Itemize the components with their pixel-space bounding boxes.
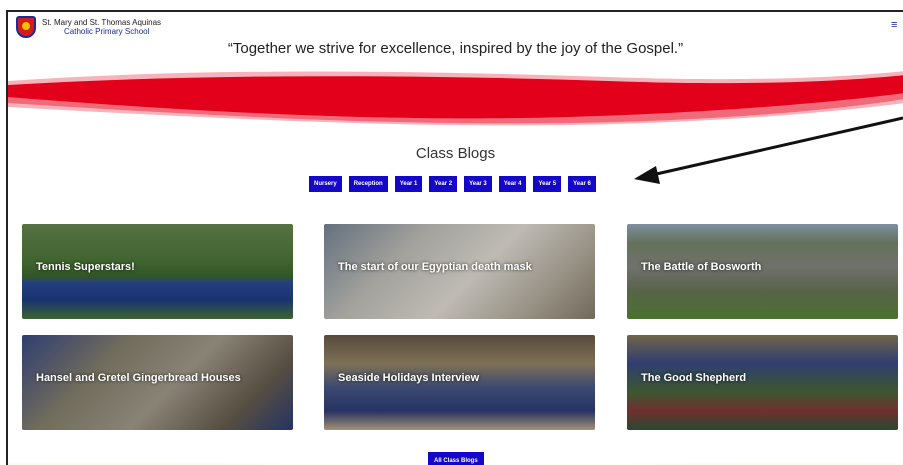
blog-card-title: Tennis Superstars! [36, 261, 135, 273]
class-button-year-3[interactable]: Year 3 [464, 176, 492, 192]
school-name-line2: Catholic Primary School [64, 27, 150, 36]
class-button-reception[interactable]: Reception [348, 176, 388, 192]
browser-viewport: St. Mary and St. Thomas Aquinas Catholic… [6, 10, 903, 465]
class-button-year-1[interactable]: Year 1 [394, 176, 423, 192]
blog-card-egyptian-mask[interactable]: The start of our Egyptian death mask [324, 224, 595, 319]
blog-card-title: The Good Shepherd [641, 372, 747, 384]
blog-card-gingerbread[interactable]: Hansel and Gretel Gingerbread Houses [22, 335, 293, 430]
blog-card-title: Hansel and Gretel Gingerbread Houses [36, 372, 241, 384]
all-class-blogs-button[interactable]: All Class Blogs [428, 452, 484, 465]
school-name[interactable]: St. Mary and St. Thomas Aquinas Catholic… [42, 18, 161, 36]
class-button-year-2[interactable]: Year 2 [429, 176, 458, 192]
class-button-nursery[interactable]: Nursery [309, 176, 342, 192]
red-wave-banner [8, 71, 903, 126]
blog-card-title: The Battle of Bosworth [641, 261, 762, 273]
blog-card-bosworth[interactable]: The Battle of Bosworth [627, 224, 898, 319]
blog-card-tennis[interactable]: Tennis Superstars! [22, 224, 293, 319]
blog-card-good-shepherd[interactable]: The Good Shepherd [627, 335, 898, 430]
class-button-year-6[interactable]: Year 6 [568, 176, 596, 192]
blog-card-title: Seaside Holidays Interview [338, 372, 480, 384]
class-button-year-4[interactable]: Year 4 [498, 176, 527, 192]
school-crest-logo[interactable] [16, 16, 36, 38]
blog-card-title: The start of our Egyptian death mask [338, 261, 532, 273]
school-motto: “Together we strive for excellence, insp… [227, 40, 684, 57]
blog-card-seaside[interactable]: Seaside Holidays Interview [324, 335, 595, 430]
hamburger-icon[interactable]: ≡ [891, 20, 901, 31]
class-buttons: Nursery Reception Year 1 Year 2 Year 3 Y… [309, 176, 596, 192]
site-header: St. Mary and St. Thomas Aquinas Catholic… [8, 12, 903, 42]
class-blogs-title: Class Blogs [415, 145, 496, 162]
class-button-year-5[interactable]: Year 5 [533, 176, 562, 192]
school-name-line1: St. Mary and St. Thomas Aquinas [42, 18, 162, 27]
